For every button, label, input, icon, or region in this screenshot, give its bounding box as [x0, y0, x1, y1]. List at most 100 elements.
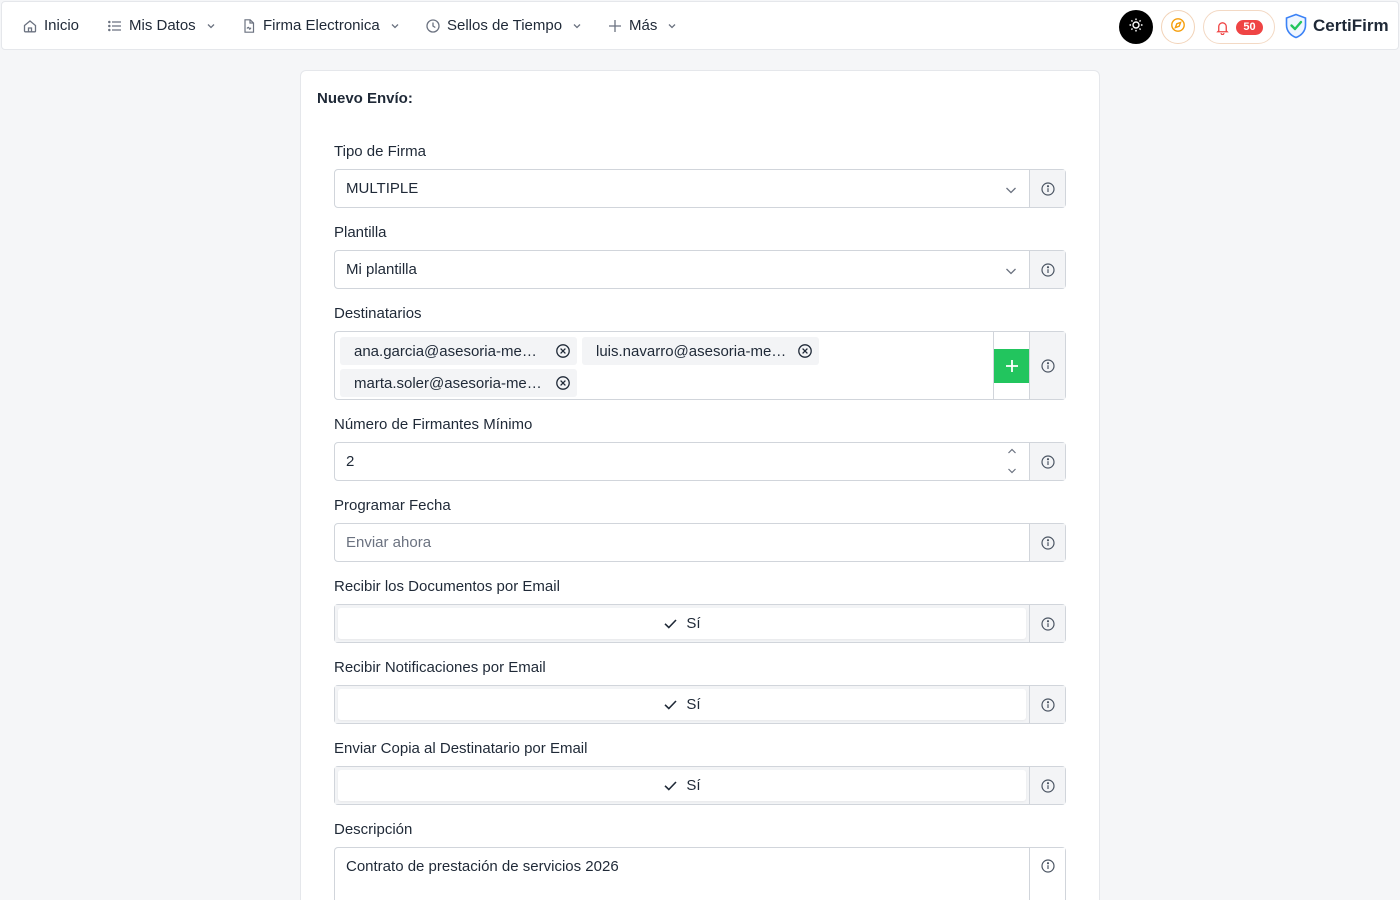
tipo-firma-value: MULTIPLE: [346, 180, 419, 197]
descripcion-value: Contrato de prestación de servicios 2026: [346, 858, 619, 875]
brand-logo[interactable]: CertiFirm: [1284, 2, 1389, 49]
programar-fecha-info-button[interactable]: [1029, 524, 1065, 561]
nav-mis-datos-label: Mis Datos: [129, 17, 196, 34]
recipient-chip-text: luis.navarro@asesoria-mendez.es: [596, 342, 787, 360]
info-icon: [1040, 778, 1055, 793]
brand-name: CertiFirm: [1313, 15, 1389, 35]
plus-icon: [607, 18, 623, 34]
info-icon: [1040, 454, 1055, 469]
plantilla-select[interactable]: Mi plantilla: [335, 251, 1029, 288]
home-icon: [22, 18, 38, 34]
descripcion-info-column: [1029, 848, 1065, 900]
firmantes-minimo-field: 2: [334, 442, 1066, 481]
enviar-copia-info-button[interactable]: [1029, 767, 1065, 804]
descripcion-label: Descripción: [334, 821, 413, 838]
enviar-copia-toggle-group: Sí: [335, 767, 1029, 804]
tipo-firma-label: Tipo de Firma: [334, 143, 426, 160]
nav-mis-datos[interactable]: Mis Datos: [107, 2, 216, 49]
plus-icon: [1004, 358, 1020, 374]
info-icon: [1040, 262, 1055, 277]
chevron-down-icon: [206, 21, 216, 31]
remove-circle-icon[interactable]: [555, 375, 571, 391]
plantilla-value: Mi plantilla: [346, 261, 417, 278]
remove-circle-icon[interactable]: [797, 343, 813, 359]
enviar-copia-label: Enviar Copia al Destinatario por Email: [334, 740, 588, 757]
chevron-down-icon: [1005, 183, 1017, 195]
programar-fecha-placeholder: Enviar ahora: [346, 534, 432, 551]
recibir-documentos-info-button[interactable]: [1029, 605, 1065, 642]
sun-icon: [1128, 17, 1144, 38]
recibir-documentos-toggle[interactable]: Sí: [338, 608, 1026, 639]
nav-firma-electronica-label: Firma Electronica: [263, 17, 380, 34]
chevron-down-icon: [667, 21, 677, 31]
recipient-chip: luis.navarro@asesoria-mendez.es: [582, 337, 819, 365]
bell-icon: [1215, 20, 1230, 35]
programar-fecha-label: Programar Fecha: [334, 497, 451, 514]
recibir-documentos-value: Sí: [686, 615, 701, 632]
compass-icon: [1170, 17, 1186, 38]
chevron-up-icon[interactable]: [1007, 447, 1017, 455]
compass-button[interactable]: [1161, 10, 1195, 44]
info-icon: [1040, 535, 1055, 550]
firmantes-minimo-info-button[interactable]: [1029, 443, 1065, 480]
nav-sellos-tiempo-label: Sellos de Tiempo: [447, 17, 563, 34]
firmantes-minimo-value: 2: [346, 453, 355, 470]
info-icon: [1040, 697, 1055, 712]
number-spinner[interactable]: [1007, 447, 1017, 475]
add-recipient-button[interactable]: [994, 348, 1029, 383]
info-icon[interactable]: [1040, 859, 1055, 873]
chevron-down-icon: [390, 21, 400, 31]
firmantes-minimo-input[interactable]: 2: [335, 443, 1029, 480]
nav-firma-electronica[interactable]: Firma Electronica: [241, 2, 400, 49]
recipient-chip: marta.soler@asesoria-mendez.es: [340, 369, 577, 397]
recibir-notificaciones-field: Sí: [334, 685, 1066, 724]
chevron-down-icon[interactable]: [1007, 467, 1017, 475]
recibir-notificaciones-info-button[interactable]: [1029, 686, 1065, 723]
info-icon: [1040, 181, 1055, 196]
clock-icon: [425, 18, 441, 34]
tipo-firma-select[interactable]: MULTIPLE: [335, 170, 1029, 207]
recibir-documentos-toggle-group: Sí: [335, 605, 1029, 642]
firmantes-minimo-label: Número de Firmantes Mínimo: [334, 416, 533, 433]
descripcion-field: Contrato de prestación de servicios 2026: [334, 847, 1066, 900]
recibir-notificaciones-toggle-group: Sí: [335, 686, 1029, 723]
top-navbar: Inicio Mis Datos Firma Electronica Sello…: [1, 1, 1399, 50]
descripcion-textarea[interactable]: Contrato de prestación de servicios 2026: [335, 848, 1029, 900]
recipient-chip-text: ana.garcia@asesoria-mendez.es: [354, 342, 545, 360]
nav-mas[interactable]: Más: [607, 2, 677, 49]
plantilla-info-button[interactable]: [1029, 251, 1065, 288]
recibir-notificaciones-toggle[interactable]: Sí: [338, 689, 1026, 720]
plantilla-label: Plantilla: [334, 224, 387, 241]
nav-sellos-tiempo[interactable]: Sellos de Tiempo: [425, 2, 582, 49]
programar-fecha-input[interactable]: Enviar ahora: [335, 524, 1029, 561]
nav-inicio-label: Inicio: [44, 17, 80, 34]
recibir-documentos-label: Recibir los Documentos por Email: [334, 578, 560, 595]
check-icon: [663, 697, 678, 712]
check-icon: [663, 616, 678, 631]
chevron-down-icon: [572, 21, 582, 31]
theme-toggle-button[interactable]: [1119, 10, 1153, 44]
tipo-firma-info-button[interactable]: [1029, 170, 1065, 207]
chevron-down-icon: [1005, 264, 1017, 276]
tipo-firma-field: MULTIPLE: [334, 169, 1066, 208]
notifications-count-badge: 50: [1236, 19, 1263, 35]
recibir-notificaciones-value: Sí: [686, 696, 701, 713]
add-recipient-column: [993, 332, 1029, 399]
document-icon: [241, 18, 257, 34]
nav-mas-label: Más: [629, 17, 658, 34]
enviar-copia-value: Sí: [686, 777, 701, 794]
recipient-chip: ana.garcia@asesoria-mendez.es: [340, 337, 577, 365]
enviar-copia-toggle[interactable]: Sí: [338, 770, 1026, 801]
info-icon: [1040, 358, 1055, 373]
destinatarios-field: ana.garcia@asesoria-mendez.es luis.navar…: [334, 331, 1066, 400]
enviar-copia-field: Sí: [334, 766, 1066, 805]
destinatarios-label: Destinatarios: [334, 305, 422, 322]
nav-inicio[interactable]: Inicio: [22, 2, 79, 49]
destinatarios-chip-input[interactable]: ana.garcia@asesoria-mendez.es luis.navar…: [335, 332, 993, 399]
notifications-button[interactable]: 50: [1203, 10, 1275, 44]
plantilla-field: Mi plantilla: [334, 250, 1066, 289]
remove-circle-icon[interactable]: [555, 343, 571, 359]
destinatarios-info-button[interactable]: [1029, 332, 1065, 399]
card-title: Nuevo Envío:: [317, 90, 413, 107]
shield-check-icon: [1284, 13, 1308, 39]
